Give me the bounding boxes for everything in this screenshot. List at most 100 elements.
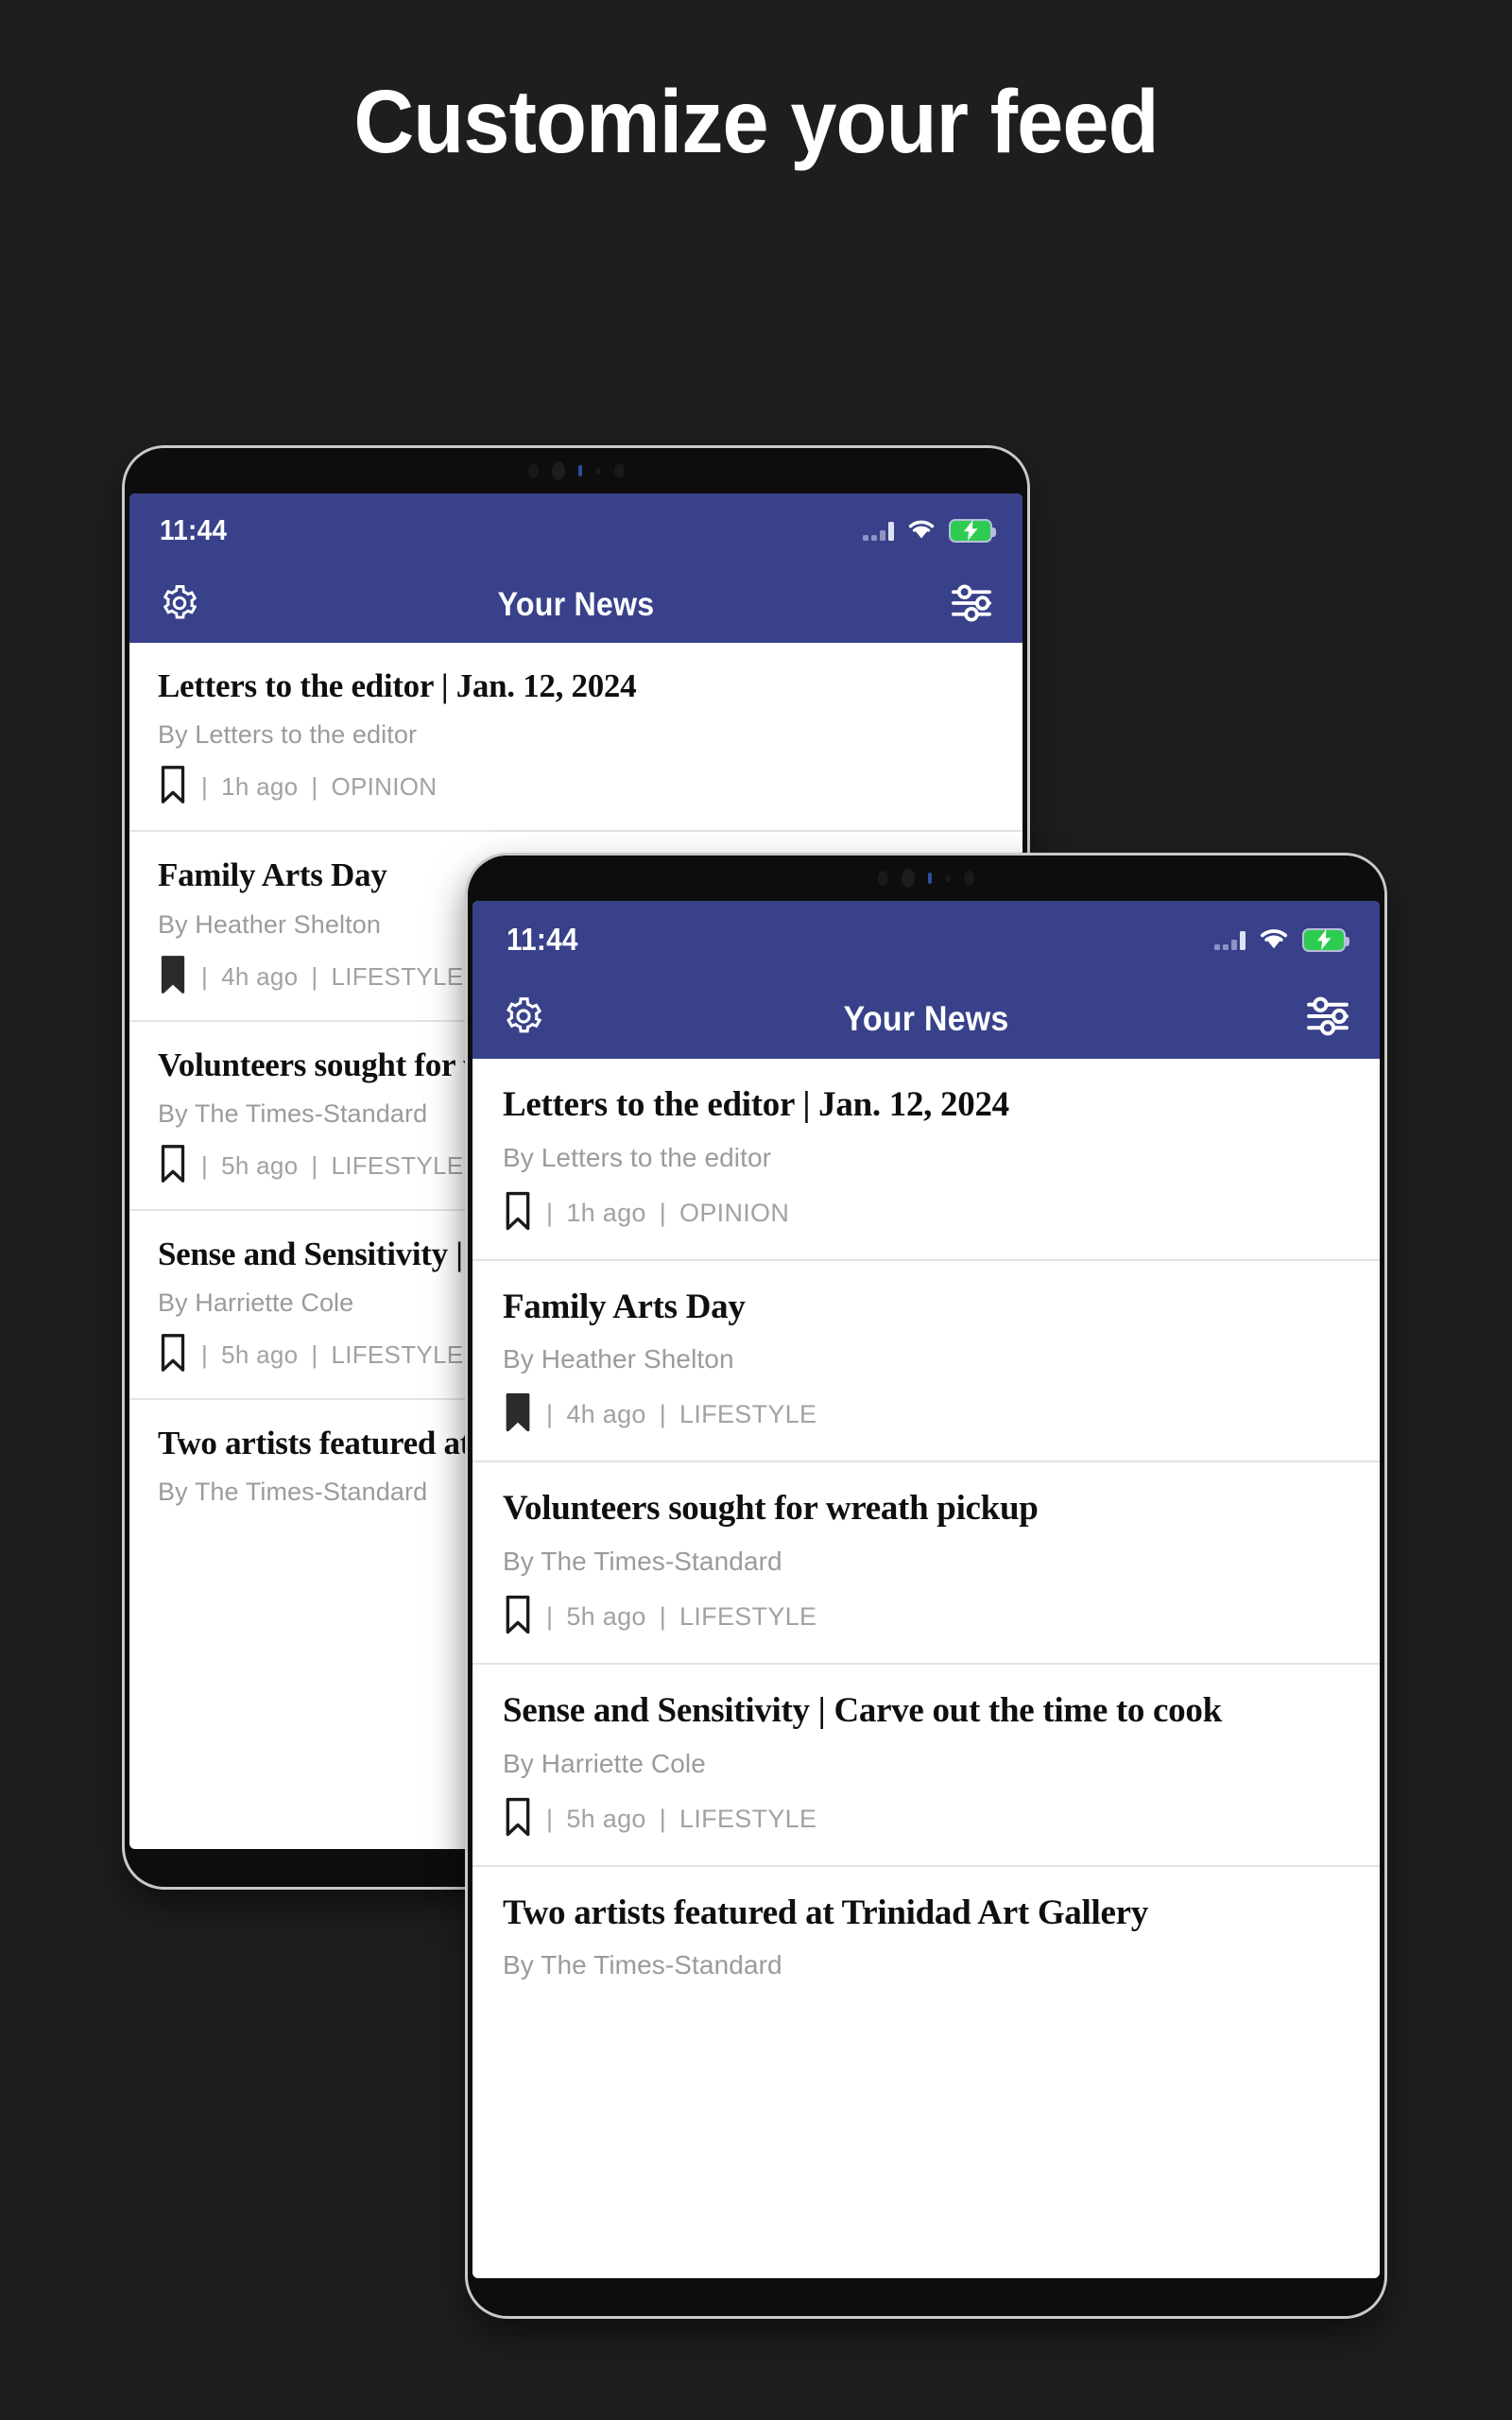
article-timestamp: 5h ago [221,1340,299,1370]
bookmark-outline-icon[interactable] [158,1144,188,1188]
article-list-item[interactable]: Sense and Sensitivity | Carve out the ti… [472,1665,1380,1867]
article-category: LIFESTYLE [331,961,464,991]
article-list-item[interactable]: Two artists featured at Trinidad Art Gal… [472,1867,1380,2021]
gear-icon [503,995,544,1042]
article-category: LIFESTYLE [679,1400,817,1429]
bookmark-outline-icon[interactable] [158,1333,188,1377]
status-icon-group [863,516,996,544]
article-byline: By Harriette Cole [503,1748,706,1778]
article-timestamp: 5h ago [566,1804,646,1833]
bookmark-filled-icon[interactable] [503,1392,533,1438]
battery-charging-icon [1302,927,1349,952]
article-meta-row: | 5h ago | LIFESTYLE [503,1796,1349,1842]
bookmark-outline-icon[interactable] [158,765,188,809]
article-category: OPINION [331,772,438,802]
article-meta-row: | 4h ago | LIFESTYLE [503,1392,1349,1438]
status-icon-group [1214,925,1349,955]
article-headline: Two artists featured at Trinidad Art Gal… [503,1893,1148,1932]
sliders-icon [951,583,992,627]
app-bar-title: Your News [843,998,1009,1038]
meta-separator: | [546,1198,554,1227]
bookmark-outline-icon[interactable] [503,1594,533,1640]
sliders-icon [1306,996,1349,1041]
article-category: LIFESTYLE [679,1804,817,1833]
bookmark-outline-icon[interactable] [503,1190,533,1236]
filter-sliders-button[interactable] [951,583,992,627]
bookmark-outline-icon[interactable] [503,1796,533,1842]
article-category: LIFESTYLE [331,1150,464,1180]
meta-separator: | [659,1804,667,1833]
meta-separator: | [659,1601,667,1631]
article-timestamp: 5h ago [566,1601,646,1631]
app-bar-title: Your News [497,586,655,623]
article-byline: By Letters to the editor [158,720,418,750]
article-timestamp: 1h ago [221,772,299,802]
article-category: OPINION [679,1198,790,1227]
status-clock: 11:44 [507,922,578,957]
article-list-item[interactable]: Volunteers sought for wreath pickup By T… [472,1462,1380,1665]
camera-dot-icon [527,463,539,478]
article-headline: Sense and Sensitivity | Carve out the ti… [503,1690,1222,1730]
article-timestamp: 5h ago [221,1150,299,1180]
article-category: LIFESTYLE [679,1601,817,1631]
article-list-item[interactable]: Letters to the editor | Jan. 12, 2024 By… [472,1059,1380,1261]
article-meta-row: | 5h ago | LIFESTYLE [503,1594,1349,1640]
article-headline: Letters to the editor | Jan. 12, 2024 [503,1085,1009,1124]
article-headline: Family Arts Day [503,1287,746,1326]
cellular-signal-icon [1214,929,1246,950]
cellular-signal-icon [863,520,894,541]
wifi-icon [906,516,936,544]
camera-dot-icon [878,871,888,886]
article-headline: Volunteers sought for wreath pickup [503,1489,1039,1529]
meta-separator: | [311,772,318,802]
article-feed-front: Letters to the editor | Jan. 12, 2024 By… [472,1059,1380,2021]
battery-charging-icon [949,518,996,543]
filter-sliders-button[interactable] [1306,996,1349,1041]
sensor-indicator-icon [928,873,932,884]
camera-lens-icon [551,461,565,480]
article-byline: By The Times-Standard [503,1950,782,1980]
meta-separator: | [546,1804,554,1833]
article-timestamp: 4h ago [221,961,299,991]
wifi-icon [1258,925,1290,955]
status-clock: 11:44 [160,513,228,546]
meta-separator: | [546,1400,554,1429]
device-bezel-top-back [125,448,1027,493]
gear-icon [160,583,199,628]
device-screen-front: 11:44 Your News Letters to the editor | … [472,901,1380,2278]
article-byline: By The Times-Standard [503,1546,782,1576]
meta-separator: | [546,1601,554,1631]
meta-separator: | [311,1150,318,1180]
meta-separator: | [201,1150,209,1180]
meta-separator: | [311,961,318,991]
article-timestamp: 1h ago [566,1198,646,1227]
settings-gear-button[interactable] [503,995,544,1042]
device-bezel-top-front [468,856,1384,901]
meta-separator: | [201,1340,209,1370]
meta-separator: | [659,1198,667,1227]
meta-separator: | [659,1400,667,1429]
speaker-dot-icon [964,871,974,886]
article-list-item[interactable]: Family Arts Day By Heather Shelton | 4h … [472,1261,1380,1463]
sensor-indicator-icon [577,465,582,476]
article-meta-row: | 1h ago | OPINION [503,1190,1349,1236]
meta-separator: | [201,772,209,802]
proximity-sensor-icon [945,874,951,882]
bookmark-filled-icon[interactable] [158,955,188,999]
status-bar-front: 11:44 [472,901,1380,978]
speaker-dot-icon [613,463,625,478]
article-category: LIFESTYLE [331,1340,464,1370]
app-bar-back: Your News [129,567,1022,643]
proximity-sensor-icon [594,467,601,475]
meta-separator: | [311,1340,318,1370]
device-frame-front: 11:44 Your News Letters to the editor | … [468,856,1384,2316]
camera-lens-icon [902,869,915,888]
settings-gear-button[interactable] [160,583,199,628]
article-list-item[interactable]: Letters to the editor | Jan. 12, 2024 By… [129,643,1022,833]
article-timestamp: 4h ago [566,1400,646,1429]
meta-separator: | [201,961,209,991]
page-title: Customize your feed [353,72,1159,172]
article-byline: By Heather Shelton [503,1344,734,1374]
article-meta-row: | 1h ago | OPINION [158,765,994,809]
app-bar-front: Your News [472,978,1380,1059]
